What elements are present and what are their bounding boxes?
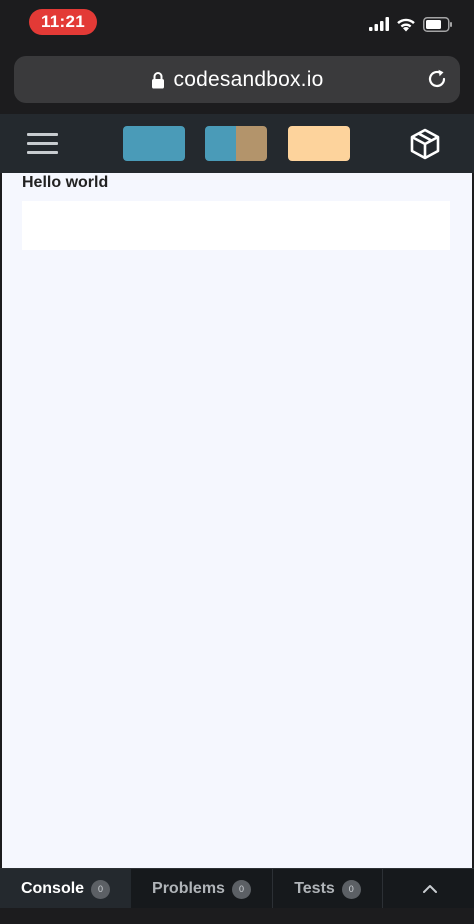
tab-count-badge: 0 <box>231 879 251 899</box>
status-icons <box>369 14 453 34</box>
signal-icon <box>369 17 389 31</box>
preview-view-button[interactable] <box>288 126 350 161</box>
preview-content-box <box>22 201 450 250</box>
tab-tests[interactable]: Tests 0 <box>273 869 383 909</box>
tab-count-badge: 0 <box>91 879 111 899</box>
tab-problems[interactable]: Problems 0 <box>131 869 273 909</box>
split-view-button[interactable] <box>205 126 267 161</box>
tab-label: Tests <box>294 880 335 897</box>
browser-toolbar: codesandbox.io <box>0 48 474 114</box>
tab-count-badge: 0 <box>341 879 361 899</box>
editor-view-button[interactable] <box>123 126 185 161</box>
address-content: codesandbox.io <box>14 56 460 103</box>
preview-pane: Hello world <box>2 173 472 868</box>
tab-console[interactable]: Console 0 <box>0 869 131 909</box>
menu-line <box>27 151 58 154</box>
status-time: 11:21 <box>29 9 97 35</box>
codesandbox-cube-icon[interactable] <box>409 128 441 160</box>
devtools-tab-bar: Console 0 Problems 0 Tests 0 <box>0 868 474 909</box>
tab-label: Problems <box>152 880 225 897</box>
chevron-up-icon[interactable] <box>422 882 438 896</box>
hamburger-menu-icon[interactable] <box>27 133 58 155</box>
menu-line <box>27 142 58 145</box>
wifi-icon <box>397 18 415 31</box>
split-view-editor-half <box>205 126 236 161</box>
lock-icon <box>151 71 164 88</box>
battery-icon <box>423 16 452 32</box>
split-view-preview-half <box>236 126 267 161</box>
url-text: codesandbox.io <box>173 67 324 91</box>
tab-label: Console <box>20 880 85 897</box>
menu-line <box>27 133 58 136</box>
app-header <box>0 114 474 173</box>
preview-heading: Hello world <box>22 174 109 191</box>
status-bar: 11:21 <box>0 0 474 48</box>
phone-screen: 11:21 codesandbox.io Hello world Console… <box>0 0 474 924</box>
address-bar[interactable]: codesandbox.io <box>14 56 460 103</box>
home-indicator-area <box>0 908 474 924</box>
reload-icon[interactable] <box>426 68 448 90</box>
